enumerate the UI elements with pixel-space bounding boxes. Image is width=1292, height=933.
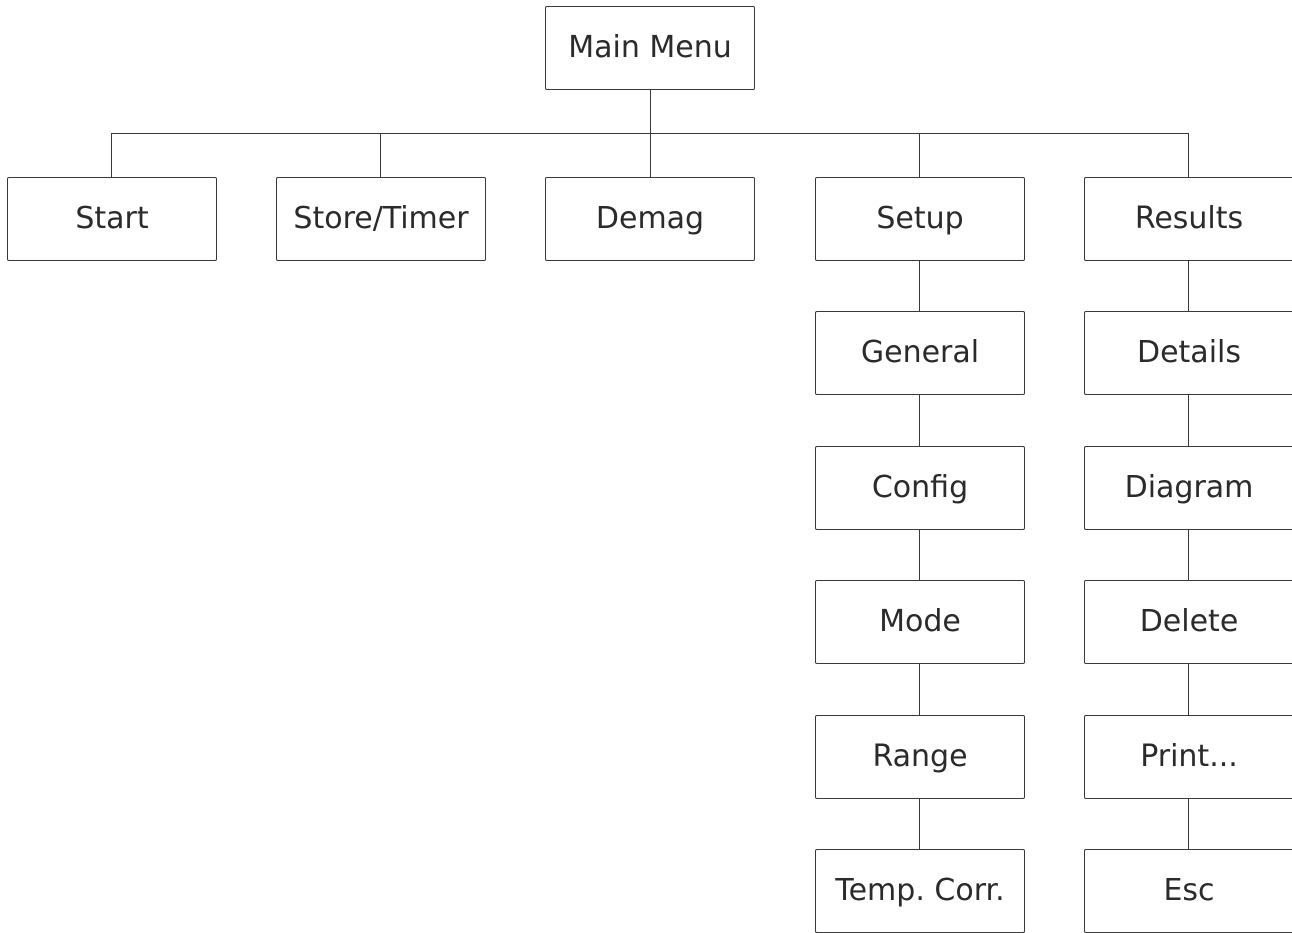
results-node[interactable]: Results: [1084, 177, 1292, 261]
demag-node[interactable]: Demag: [545, 177, 755, 261]
menu-tree-diagram: Main Menu Start Store/Timer Demag Setup …: [0, 0, 1292, 933]
setup-temp-corr-node[interactable]: Temp. Corr.: [815, 849, 1025, 933]
connector-root-down: [650, 89, 651, 134]
connector-to-store-timer: [380, 133, 381, 177]
setup-node[interactable]: Setup: [815, 177, 1025, 261]
store-timer-node[interactable]: Store/Timer: [276, 177, 486, 261]
setup-mode-node[interactable]: Mode: [815, 580, 1025, 664]
setup-config-node[interactable]: Config: [815, 446, 1025, 530]
main-menu-node[interactable]: Main Menu: [545, 6, 755, 90]
setup-range-node[interactable]: Range: [815, 715, 1025, 799]
results-diagram-node[interactable]: Diagram: [1084, 446, 1292, 530]
start-node[interactable]: Start: [7, 177, 217, 261]
setup-general-node[interactable]: General: [815, 311, 1025, 395]
connector-to-results: [1188, 133, 1189, 177]
connector-to-setup: [919, 133, 920, 177]
results-delete-node[interactable]: Delete: [1084, 580, 1292, 664]
connector-to-start: [111, 133, 112, 177]
results-details-node[interactable]: Details: [1084, 311, 1292, 395]
results-print-node[interactable]: Print...: [1084, 715, 1292, 799]
results-esc-node[interactable]: Esc: [1084, 849, 1292, 933]
connector-to-demag: [650, 133, 651, 177]
